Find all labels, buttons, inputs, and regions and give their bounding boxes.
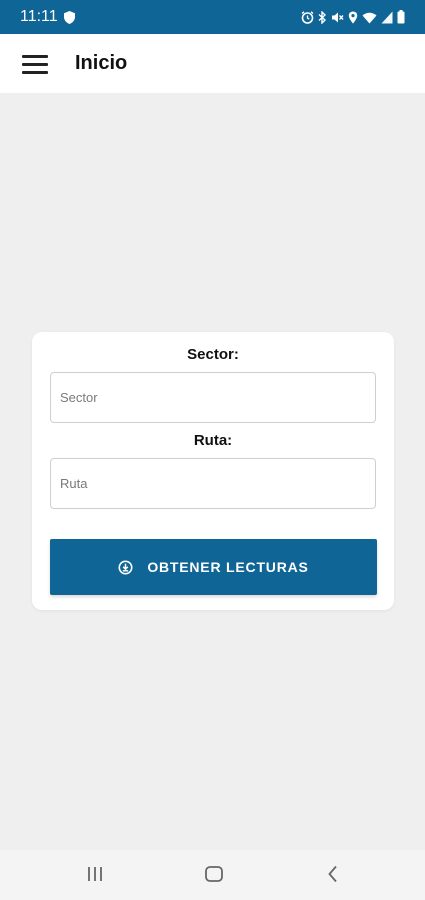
get-readings-button[interactable]: OBTENER LECTURAS [50, 539, 377, 595]
menu-line [22, 70, 48, 74]
alarm-icon [301, 10, 314, 24]
back-icon[interactable] [325, 863, 341, 890]
home-icon[interactable] [204, 863, 224, 890]
app-bar: Inicio [0, 34, 425, 93]
ruta-label: Ruta: [193, 432, 233, 449]
battery-icon [397, 10, 405, 24]
wifi-icon [362, 12, 377, 23]
bluetooth-icon [318, 10, 327, 24]
location-icon [348, 11, 358, 23]
shield-icon [63, 10, 75, 24]
system-nav-bar [0, 850, 425, 900]
page-title: Inicio [75, 52, 128, 74]
status-left: 11:11 [20, 8, 75, 26]
hamburger-menu-icon[interactable] [22, 54, 48, 74]
menu-line [22, 54, 48, 58]
readings-form-card: Sector: Ruta: OBTENER LECTURAS [32, 332, 394, 610]
get-readings-label: OBTENER LECTURAS [147, 559, 309, 575]
recents-icon[interactable] [86, 863, 104, 890]
status-time: 11:11 [20, 8, 58, 25]
ruta-input[interactable] [50, 458, 376, 509]
download-circle-icon [118, 560, 133, 574]
sector-input[interactable] [50, 372, 376, 423]
status-icons [301, 10, 405, 24]
status-bar: 11:11 [0, 0, 425, 34]
sector-label: Sector: [187, 346, 239, 363]
signal-icon [381, 11, 393, 23]
menu-line [22, 62, 48, 66]
mute-icon [332, 12, 344, 22]
